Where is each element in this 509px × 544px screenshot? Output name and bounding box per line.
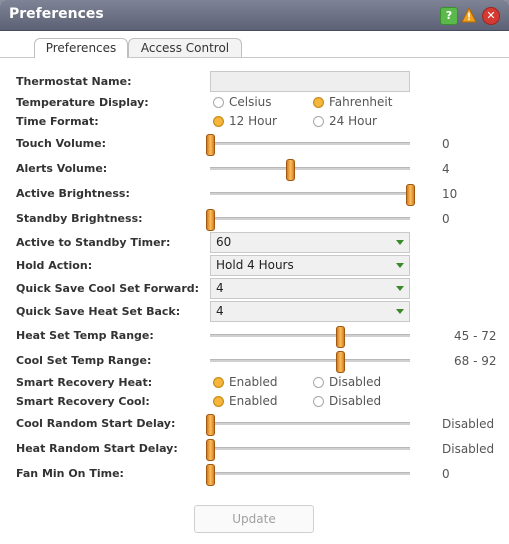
touch-volume-value: 0 <box>442 137 450 151</box>
touch-volume-slider[interactable] <box>210 142 410 145</box>
tab-access-control[interactable]: Access Control <box>128 38 242 57</box>
standby-brightness-value: 0 <box>442 212 450 226</box>
standby-brightness-slider-thumb[interactable] <box>206 209 215 231</box>
heat-set-temp-range-label: Heat Set Temp Range: <box>16 329 154 342</box>
time-format-label: Time Format: <box>16 115 99 128</box>
cool-random-start-delay-slider-thumb[interactable] <box>206 414 215 436</box>
heat-set-temp-range-slider-thumb[interactable] <box>336 326 345 348</box>
quick-save-heat-value: 4 <box>216 304 224 318</box>
window-title: Preferences <box>9 6 104 22</box>
thermostat-name-label: Thermostat Name: <box>16 75 132 88</box>
touch-volume-label: Touch Volume: <box>16 137 107 150</box>
fan-min-on-time-slider[interactable] <box>210 472 410 475</box>
quick-save-heat-label: Quick Save Heat Set Back: <box>16 305 181 318</box>
radio-recovery-heat-disabled[interactable] <box>313 377 324 388</box>
heat-set-temp-range-slider[interactable] <box>210 334 410 337</box>
quick-save-cool-value: 4 <box>216 281 224 295</box>
recovery-cool-enabled-label: Enabled <box>229 394 278 408</box>
cool-set-temp-range-value: 68 - 92 <box>454 354 497 368</box>
chevron-down-icon <box>396 286 404 291</box>
recovery-cool-disabled-label: Disabled <box>329 394 382 408</box>
standby-brightness-slider[interactable] <box>210 217 410 220</box>
chevron-down-icon <box>396 240 404 245</box>
fahrenheit-label: Fahrenheit <box>329 95 393 109</box>
heat-set-temp-range-value: 45 - 72 <box>454 329 497 343</box>
cool-random-start-delay-slider[interactable] <box>210 422 410 425</box>
hold-action-label: Hold Action: <box>16 259 93 272</box>
quick-save-cool-select[interactable]: 4 <box>210 278 410 299</box>
tab-preferences[interactable]: Preferences <box>34 38 128 58</box>
heat-random-start-delay-label: Heat Random Start Delay: <box>16 442 178 455</box>
quick-save-cool-label: Quick Save Cool Set Forward: <box>16 282 200 295</box>
24-hour-label: 24 Hour <box>329 114 377 128</box>
preferences-form: Thermostat Name: Temperature Display: Ce… <box>0 58 509 544</box>
alerts-volume-slider-thumb[interactable] <box>286 159 295 181</box>
radio-recovery-heat-enabled[interactable] <box>213 377 224 388</box>
heat-random-start-delay-slider[interactable] <box>210 447 410 450</box>
12-hour-label: 12 Hour <box>229 114 277 128</box>
celsius-label: Celsius <box>229 95 272 109</box>
recovery-heat-disabled-label: Disabled <box>329 375 382 389</box>
chevron-down-icon <box>396 309 404 314</box>
radio-12-hour[interactable] <box>213 116 224 127</box>
recovery-heat-enabled-label: Enabled <box>229 375 278 389</box>
active-to-standby-timer-select[interactable]: 60 <box>210 232 410 253</box>
cool-set-temp-range-slider[interactable] <box>210 359 410 362</box>
standby-brightness-label: Standby Brightness: <box>16 212 143 225</box>
smart-recovery-cool-label: Smart Recovery Cool: <box>16 395 150 408</box>
tab-bar: Preferences Access Control <box>0 31 509 58</box>
alerts-volume-label: Alerts Volume: <box>16 162 108 175</box>
active-to-standby-timer-label: Active to Standby Timer: <box>16 236 171 249</box>
active-brightness-label: Active Brightness: <box>16 187 130 200</box>
heat-random-start-delay-value: Disabled <box>442 442 495 456</box>
heat-random-start-delay-slider-thumb[interactable] <box>206 439 215 461</box>
temperature-display-label: Temperature Display: <box>16 96 149 109</box>
help-icon[interactable]: ? <box>440 7 458 25</box>
radio-recovery-cool-enabled[interactable] <box>213 396 224 407</box>
fan-min-on-time-value: 0 <box>442 467 450 481</box>
smart-recovery-heat-label: Smart Recovery Heat: <box>16 376 153 389</box>
chevron-down-icon <box>396 263 404 268</box>
active-brightness-slider[interactable] <box>210 192 410 195</box>
active-to-standby-timer-value: 60 <box>216 235 232 249</box>
close-icon[interactable]: ✕ <box>482 7 500 25</box>
title-bar: Preferences ? ✕ <box>0 0 509 31</box>
alerts-volume-slider[interactable] <box>210 167 410 170</box>
hold-action-value: Hold 4 Hours <box>216 258 294 272</box>
fan-min-on-time-slider-thumb[interactable] <box>206 464 215 486</box>
active-brightness-slider-thumb[interactable] <box>406 184 415 206</box>
update-button[interactable]: Update <box>194 505 314 533</box>
radio-recovery-cool-disabled[interactable] <box>313 396 324 407</box>
radio-24-hour[interactable] <box>313 116 324 127</box>
cool-set-temp-range-label: Cool Set Temp Range: <box>16 354 152 367</box>
cool-random-start-delay-value: Disabled <box>442 417 495 431</box>
fan-min-on-time-label: Fan Min On Time: <box>16 467 124 480</box>
quick-save-heat-select[interactable]: 4 <box>210 301 410 322</box>
cool-set-temp-range-slider-thumb[interactable] <box>336 351 345 373</box>
alerts-volume-value: 4 <box>442 162 450 176</box>
warning-icon[interactable] <box>461 6 477 23</box>
cool-random-start-delay-label: Cool Random Start Delay: <box>16 417 176 430</box>
active-brightness-value: 10 <box>442 187 458 201</box>
touch-volume-slider-thumb[interactable] <box>206 134 215 156</box>
preferences-window: Preferences ? ✕ Preferences Access Contr… <box>0 0 509 544</box>
radio-celsius[interactable] <box>213 97 224 108</box>
thermostat-name-field[interactable] <box>210 71 410 92</box>
hold-action-select[interactable]: Hold 4 Hours <box>210 255 410 276</box>
radio-fahrenheit[interactable] <box>313 97 324 108</box>
